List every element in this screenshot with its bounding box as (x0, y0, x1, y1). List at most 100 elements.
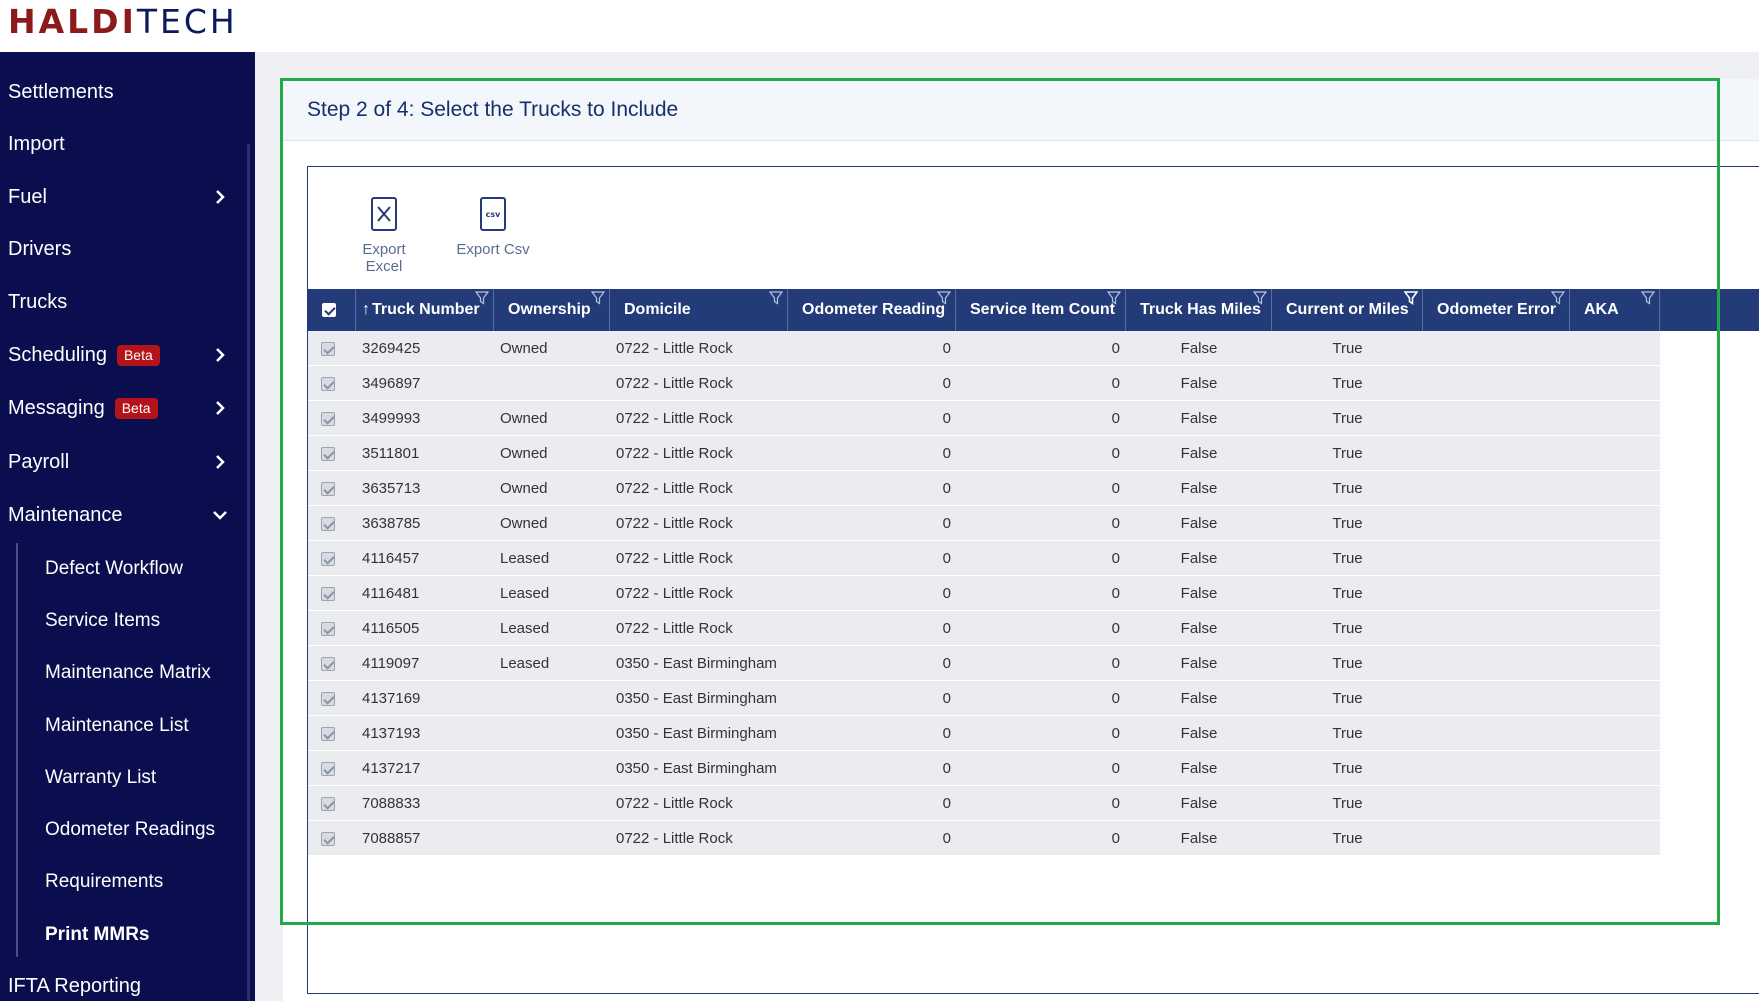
sidebar-scrollbar[interactable] (247, 144, 250, 1001)
row-checkbox[interactable] (321, 341, 335, 356)
table-row[interactable]: 3496897 0722 - Little Rock 0 0 False True (308, 366, 1660, 401)
sidebar-subitem-service-items[interactable]: Service Items (45, 601, 160, 641)
filter-icon[interactable] (1551, 291, 1565, 305)
sidebar-item-import[interactable]: Import (8, 124, 240, 164)
filter-icon[interactable] (1641, 291, 1655, 305)
sidebar-subitem-maintenance-list[interactable]: Maintenance List (45, 706, 189, 746)
sidebar: Settlements Import Fuel Drivers Trucks S… (0, 52, 255, 1001)
row-checkbox[interactable] (321, 796, 335, 811)
sidebar-item-settlements[interactable]: Settlements (8, 72, 240, 112)
sidebar-item-messaging[interactable]: Messaging Beta (8, 388, 240, 428)
table-cell-9 (1570, 506, 1660, 541)
sidebar-subitem-defect-workflow[interactable]: Defect Workflow (45, 549, 183, 589)
table-cell-1: 3635713 (362, 480, 421, 497)
table-row[interactable]: 7088857 0722 - Little Rock 0 0 False True (308, 821, 1660, 856)
sidebar-item-scheduling[interactable]: Scheduling Beta (8, 335, 240, 375)
filter-icon[interactable] (591, 291, 605, 305)
table-cell-7: True (1332, 655, 1363, 672)
filter-icon[interactable] (1107, 291, 1121, 305)
table-cell-1: 3496897 (362, 375, 421, 392)
table-row[interactable]: 4116457 Leased 0722 - Little Rock 0 0 False Tr… (308, 541, 1660, 576)
table-cell-5: 0 (1111, 340, 1120, 357)
header-aka[interactable]: AKA (1570, 289, 1660, 331)
export-excel-button[interactable]: Export Excel (346, 197, 422, 275)
sidebar-item-trucks[interactable]: Trucks (8, 282, 240, 322)
table-cell-9 (1570, 471, 1660, 506)
table-cell-4: 0 (942, 480, 951, 497)
sidebar-item-label: Messaging (8, 396, 105, 419)
row-checkbox[interactable] (321, 691, 335, 706)
sidebar-item-label: Maintenance (8, 503, 123, 526)
row-checkbox[interactable] (321, 726, 335, 741)
svg-text:csv: csv (486, 210, 502, 219)
sidebar-item-drivers[interactable]: Drivers (8, 229, 240, 269)
row-checkbox[interactable] (321, 446, 335, 461)
export-csv-button[interactable]: csv Export Csv (456, 197, 530, 258)
table-row[interactable]: 3511801 Owned 0722 - Little Rock 0 0 False Tru… (308, 436, 1660, 471)
sidebar-subitem-label: Warranty List (45, 767, 157, 788)
row-checkbox[interactable] (321, 761, 335, 776)
row-checkbox[interactable] (321, 586, 335, 601)
select-all-checkbox[interactable] (322, 303, 336, 317)
table-row[interactable]: 3269425 Owned 0722 - Little Rock 0 0 False Tru… (308, 331, 1660, 366)
row-checkbox[interactable] (321, 411, 335, 426)
row-checkbox[interactable] (321, 376, 335, 391)
sidebar-item-ifta-reporting[interactable]: IFTA Reporting (8, 966, 240, 1001)
table-row[interactable]: 4137193 0350 - East Birmingham 0 0 False True (308, 716, 1660, 751)
table-cell-6: False (1180, 550, 1218, 567)
header-current-or-miles[interactable]: Current or Miles (1272, 289, 1423, 331)
header-odometer-reading[interactable]: Odometer Reading (788, 289, 956, 331)
table-cell-7: True (1332, 795, 1363, 812)
filter-icon[interactable] (475, 291, 489, 305)
row-checkbox[interactable] (321, 831, 335, 846)
table-row[interactable]: 3635713 Owned 0722 - Little Rock 0 0 False Tru… (308, 471, 1660, 506)
sidebar-item-maintenance[interactable]: Maintenance (8, 495, 240, 535)
header-service-item-count[interactable]: Service Item Count (956, 289, 1126, 331)
table-row[interactable]: 4137169 0350 - East Birmingham 0 0 False True (308, 681, 1660, 716)
table-cell-4: 0 (942, 725, 951, 742)
row-checkbox[interactable] (321, 481, 335, 496)
table-cell-2: Leased (500, 620, 550, 637)
row-checkbox[interactable] (321, 621, 335, 636)
row-checkbox[interactable] (321, 656, 335, 671)
table-cell-2 (500, 366, 610, 401)
sidebar-subitem-maintenance-matrix[interactable]: Maintenance Matrix (45, 653, 211, 693)
table-row[interactable]: 3499993 Owned 0722 - Little Rock 0 0 False Tru… (308, 401, 1660, 436)
table-row[interactable]: 4137217 0350 - East Birmingham 0 0 False True (308, 751, 1660, 786)
table-cell-6: False (1180, 585, 1218, 602)
table-row[interactable]: 4119097 Leased 0350 - East Birmingham 0 0 Fal… (308, 646, 1660, 681)
row-checkbox[interactable] (321, 516, 335, 531)
table-cell-7: True (1332, 585, 1363, 602)
filter-icon[interactable] (937, 291, 951, 305)
filter-active-icon[interactable] (1404, 291, 1418, 305)
header-ownership[interactable]: Ownership (494, 289, 610, 331)
brand-logo[interactable]: HALDITECH (8, 2, 238, 42)
filter-icon[interactable] (1253, 291, 1267, 305)
filter-icon[interactable] (769, 291, 783, 305)
row-select-cell (321, 471, 343, 506)
beta-badge: Beta (114, 397, 158, 419)
table-row[interactable]: 7088833 0722 - Little Rock 0 0 False True (308, 786, 1660, 821)
sidebar-subitem-requirements[interactable]: Requirements (45, 862, 163, 902)
header-domicile[interactable]: Domicile (610, 289, 788, 331)
row-select-cell (321, 821, 343, 856)
table-row[interactable]: 4116505 Leased 0722 - Little Rock 0 0 False Tr… (308, 611, 1660, 646)
sidebar-item-fuel[interactable]: Fuel (8, 177, 240, 217)
table-cell-8 (1423, 506, 1570, 541)
header-odometer-error[interactable]: Odometer Error (1423, 289, 1570, 331)
header-truck-has-miles[interactable]: Truck Has Miles (1126, 289, 1272, 331)
table-cell-4: 0 (942, 445, 951, 462)
table-cell-5: 0 (1111, 655, 1120, 672)
sidebar-item-payroll[interactable]: Payroll (8, 442, 240, 482)
table-row[interactable]: 3638785 Owned 0722 - Little Rock 0 0 False Tru… (308, 506, 1660, 541)
table-cell-5: 0 (1111, 690, 1120, 707)
sidebar-subitem-warranty-list[interactable]: Warranty List (45, 758, 156, 798)
row-checkbox[interactable] (321, 551, 335, 566)
table-cell-1: 3638785 (362, 515, 421, 532)
sidebar-subitem-print-mmrs[interactable]: Print MMRs (45, 915, 150, 955)
sidebar-subitem-odometer-readings[interactable]: Odometer Readings (45, 810, 215, 850)
table-row[interactable]: 4116481 Leased 0722 - Little Rock 0 0 False Tr… (308, 576, 1660, 611)
header-label: AKA (1584, 301, 1619, 318)
header-truck-number[interactable]: ↑ Truck Number (356, 289, 494, 331)
brand-part1: HALDI (8, 2, 137, 41)
